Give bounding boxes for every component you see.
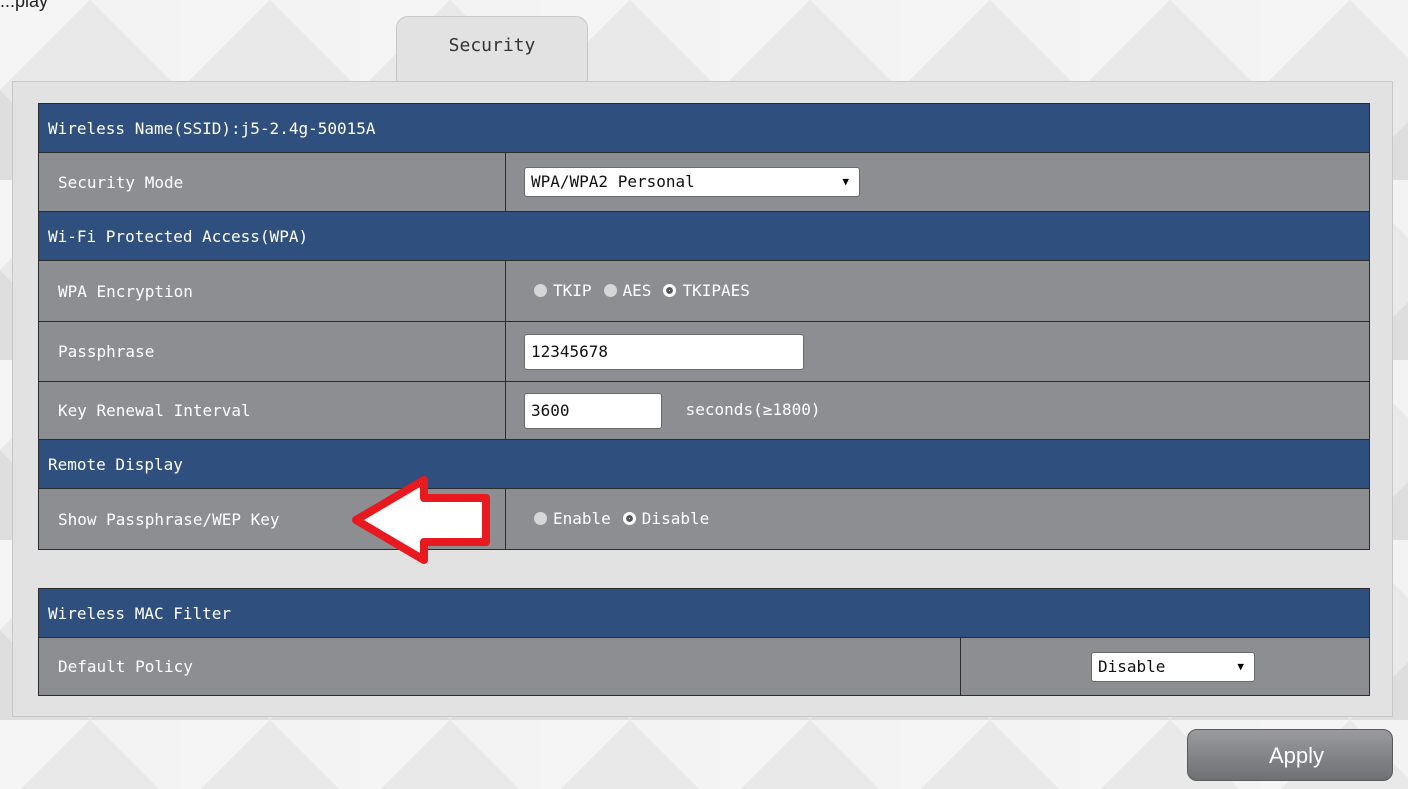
ssid-header: Wireless Name(SSID):j5-2.4g-50015A bbox=[38, 103, 1370, 153]
apply-button[interactable]: Apply bbox=[1187, 729, 1393, 781]
radio-tkip[interactable] bbox=[534, 284, 547, 297]
key-renewal-input[interactable]: 3600 bbox=[524, 392, 662, 429]
radio-tkipaes-label: TKIPAES bbox=[682, 281, 750, 300]
show-passphrase-radios: Enable Disable bbox=[534, 509, 721, 528]
default-policy-label: Default Policy bbox=[38, 637, 961, 696]
wpa-header: Wi-Fi Protected Access(WPA) bbox=[38, 211, 1370, 261]
radio-tkipaes[interactable] bbox=[663, 284, 677, 297]
remote-display-header: Remote Display bbox=[38, 439, 1370, 489]
wpa-encryption-radios: TKIP AES TKIPAES bbox=[534, 281, 762, 300]
tab-security[interactable]: Security bbox=[396, 16, 588, 82]
radio-enable-label: Enable bbox=[553, 509, 611, 528]
security-mode-value: WPA/WPA2 Personal bbox=[531, 172, 695, 191]
chevron-down-icon: ▼ bbox=[1237, 659, 1244, 673]
radio-enable[interactable] bbox=[534, 512, 547, 525]
passphrase-label: Passphrase bbox=[38, 321, 506, 382]
radio-disable[interactable] bbox=[622, 512, 636, 525]
security-mode-select[interactable]: WPA/WPA2 Personal ▼ bbox=[524, 167, 860, 197]
truncated-heading: ...play bbox=[0, 0, 49, 11]
key-renewal-label: Key Renewal Interval bbox=[38, 381, 506, 440]
security-table: Wireless Name(SSID):j5-2.4g-50015A Secur… bbox=[38, 103, 1370, 550]
radio-aes[interactable] bbox=[603, 284, 617, 297]
security-mode-label: Security Mode bbox=[38, 152, 506, 212]
default-policy-select[interactable]: Disable ▼ bbox=[1091, 651, 1255, 682]
default-policy-value: Disable bbox=[1098, 656, 1166, 676]
radio-disable-label: Disable bbox=[641, 509, 710, 528]
tab-security-label: Security bbox=[448, 35, 536, 56]
wpa-encryption-label: WPA Encryption bbox=[38, 260, 506, 322]
chevron-down-icon: ▼ bbox=[842, 175, 849, 188]
radio-tkip-label: TKIP bbox=[553, 281, 592, 300]
key-renewal-suffix: seconds(≥1800) bbox=[685, 400, 821, 419]
red-arrow-icon bbox=[352, 476, 490, 564]
mac-filter-table: Wireless MAC Filter Default Policy Disab… bbox=[38, 588, 1370, 696]
passphrase-input[interactable]: 12345678 bbox=[524, 333, 804, 370]
radio-aes-label: AES bbox=[622, 281, 652, 300]
mac-filter-header: Wireless MAC Filter bbox=[38, 588, 1370, 638]
